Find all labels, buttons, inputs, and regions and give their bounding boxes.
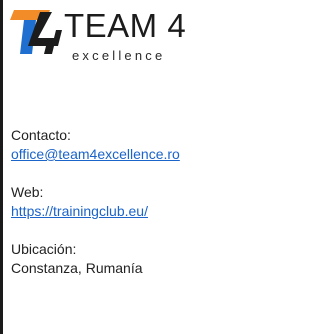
location-block: Ubicación: Constanza, Rumanía (11, 240, 237, 278)
logo-tagline: excellence (72, 48, 166, 63)
left-border (0, 0, 3, 334)
email-link[interactable]: office@team4excellence.ro (11, 145, 237, 164)
contact-block: Contacto: office@team4excellence.ro (11, 126, 237, 164)
contact-label: Contacto: (11, 127, 71, 143)
location-value: Constanza, Rumanía (11, 260, 143, 276)
team4-logo: TEAM 4 excellence (10, 6, 220, 72)
web-block: Web: https://trainingclub.eu/ (11, 183, 237, 221)
contact-info: Contacto: office@team4excellence.ro Web:… (11, 126, 237, 297)
location-label: Ubicación: (11, 241, 77, 257)
web-label: Web: (11, 184, 44, 200)
team4-logo-mark-icon (10, 10, 62, 54)
website-link[interactable]: https://trainingclub.eu/ (11, 202, 237, 221)
logo-wordmark: TEAM 4 (64, 7, 187, 44)
